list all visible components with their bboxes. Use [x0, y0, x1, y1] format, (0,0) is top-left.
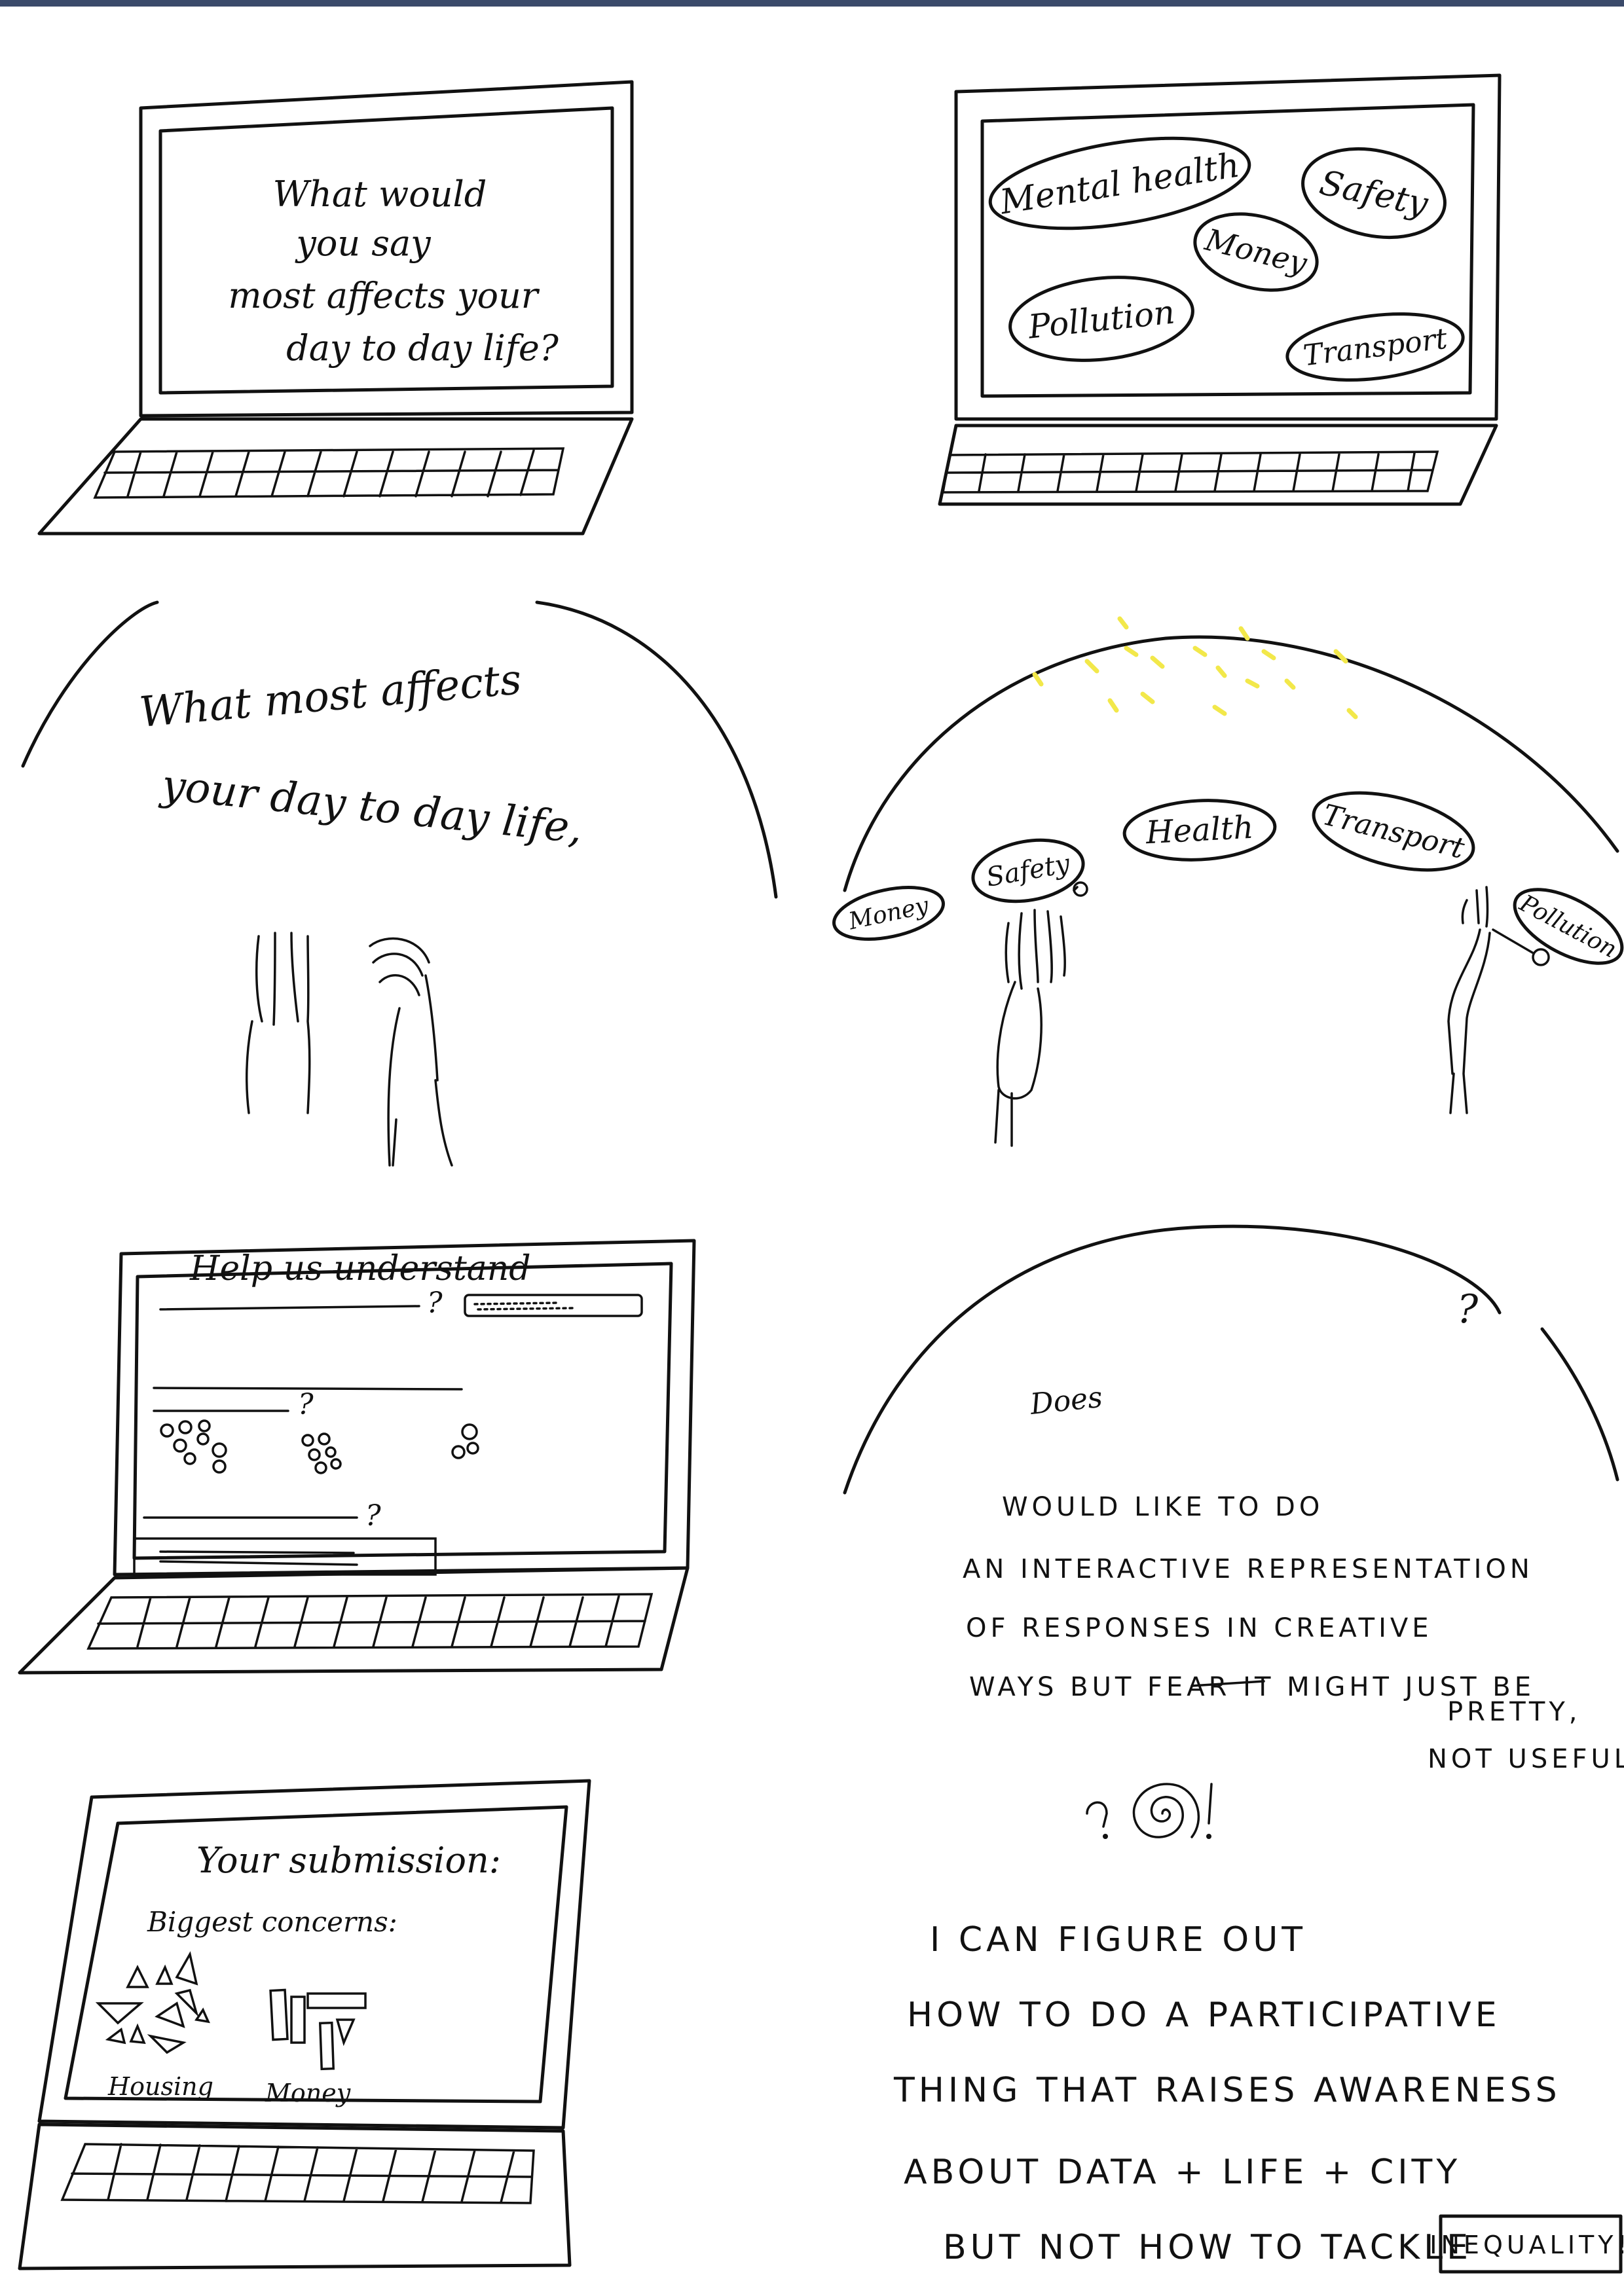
- panel-5-option-circles-3: [451, 1423, 479, 1459]
- panel-3-figure-left: [245, 932, 311, 1114]
- storyboard-sketch: What would you say most affects your day…: [18, 73, 1624, 2274]
- note-line-5: PRETTY,: [1447, 1697, 1581, 1727]
- panel-1-question-line-1: What would: [273, 173, 487, 215]
- note-line-6: NOT USEFUL.: [1428, 1744, 1624, 1774]
- panel-5-option-circles-2: [301, 1432, 342, 1474]
- spiral-doodle-icon: [1086, 1783, 1213, 1839]
- laptop-5-keyboard: [86, 1593, 654, 1650]
- note-bottom-line-4: ABOUT DATA + LIFE + CITY: [904, 2153, 1461, 2192]
- panel-1-question-line-4: day to day life?: [286, 327, 559, 369]
- laptop-7-keyboard: [60, 2143, 535, 2204]
- panel-5-question-1-line: [159, 1305, 420, 1311]
- note-line-2: AN INTERACTIVE REPRESENTATION: [963, 1554, 1534, 1584]
- panel-3-dome-arc: [21, 600, 778, 899]
- panel-1-question-line-2: you say: [295, 223, 432, 264]
- laptop-1-base: [37, 417, 634, 536]
- note-line-1: WOULD LIKE TO DO: [1002, 1492, 1323, 1522]
- panel-7-label-money: Money: [265, 2079, 351, 2107]
- panel-4-yellow-light-marks: [1032, 616, 1358, 720]
- note-bottom-line-2: HOW TO DO A PARTICIPATIVE: [907, 1995, 1501, 2035]
- panel-5-question-mark-2: ?: [298, 1388, 314, 1421]
- panel-4-bubble-label-health: Health: [1144, 809, 1254, 852]
- panel-7-money-bars: [269, 1988, 367, 2071]
- panel-5-form-title: Help us understand: [189, 1249, 531, 1288]
- panel-4-dome-scene: Money Safety Health Transport Pollution: [832, 616, 1624, 1147]
- panel-5-laptop-form: Help us understand ? ? ?: [18, 1239, 696, 1675]
- handwritten-notes: WOULD LIKE TO DO AN INTERACTIVE REPRESEN…: [893, 1492, 1624, 2274]
- panel-6-dome: ? Does: [843, 1224, 1619, 1495]
- panel-5-answer-1-scribble: [473, 1302, 574, 1311]
- panel-7-submission-title: Your submission:: [196, 1840, 501, 1881]
- panel-3-question-line-2: your day to day life,: [157, 761, 585, 853]
- panel-5-question-mark-3: ?: [365, 1499, 381, 1533]
- panel-3-question-line-1: What most affects: [138, 655, 523, 737]
- panel-6-dome-arc: [843, 1224, 1619, 1495]
- panel-3-figure-right: [369, 937, 453, 1167]
- panel-7-submission-subtitle: Biggest concerns:: [147, 1906, 397, 1938]
- panel-1-laptop: What would you say most affects your day…: [37, 80, 634, 536]
- panel-1-question-line-3: most affects your: [228, 275, 540, 316]
- panel-5-option-circles-1: [160, 1419, 227, 1474]
- note-bottom-line-5: BUT NOT HOW TO TACKLE: [943, 2228, 1472, 2267]
- panel-3-dome-scene: What most affects your day to day life,: [21, 600, 778, 1167]
- note-bottom-line-1: I CAN FIGURE OUT: [930, 1920, 1306, 1959]
- panel-4-figure-right-hand: [1532, 948, 1550, 966]
- note-line-3: OF RESPONSES IN CREATIVE: [966, 1613, 1433, 1643]
- panel-5-question-mark-1: ?: [427, 1286, 443, 1320]
- note-bottom-line-3: THING THAT RAISES AWARENESS: [893, 2071, 1561, 2110]
- laptop-5-lid: [113, 1239, 696, 1576]
- panel-7-laptop-submission: Your submission: Biggest concerns: Housi…: [18, 1779, 591, 2270]
- panel-7-housing-triangles: [95, 1951, 210, 2054]
- laptop-1-keyboard: [93, 447, 565, 499]
- panel-4-figure-left: [994, 886, 1079, 1147]
- panel-6-word-does: Does: [1028, 1381, 1104, 1421]
- note-inequality-word: INEQUALITY!: [1430, 2231, 1624, 2259]
- panel-6-question-mark: ?: [1457, 1286, 1479, 1332]
- panel-2-laptop: Mental health Safety Money Pollution Tra…: [938, 73, 1502, 506]
- panel-7-label-housing: Housing: [107, 2072, 213, 2101]
- laptop-2-keyboard: [941, 450, 1439, 494]
- panel-5-answer-1-input: [464, 1294, 643, 1317]
